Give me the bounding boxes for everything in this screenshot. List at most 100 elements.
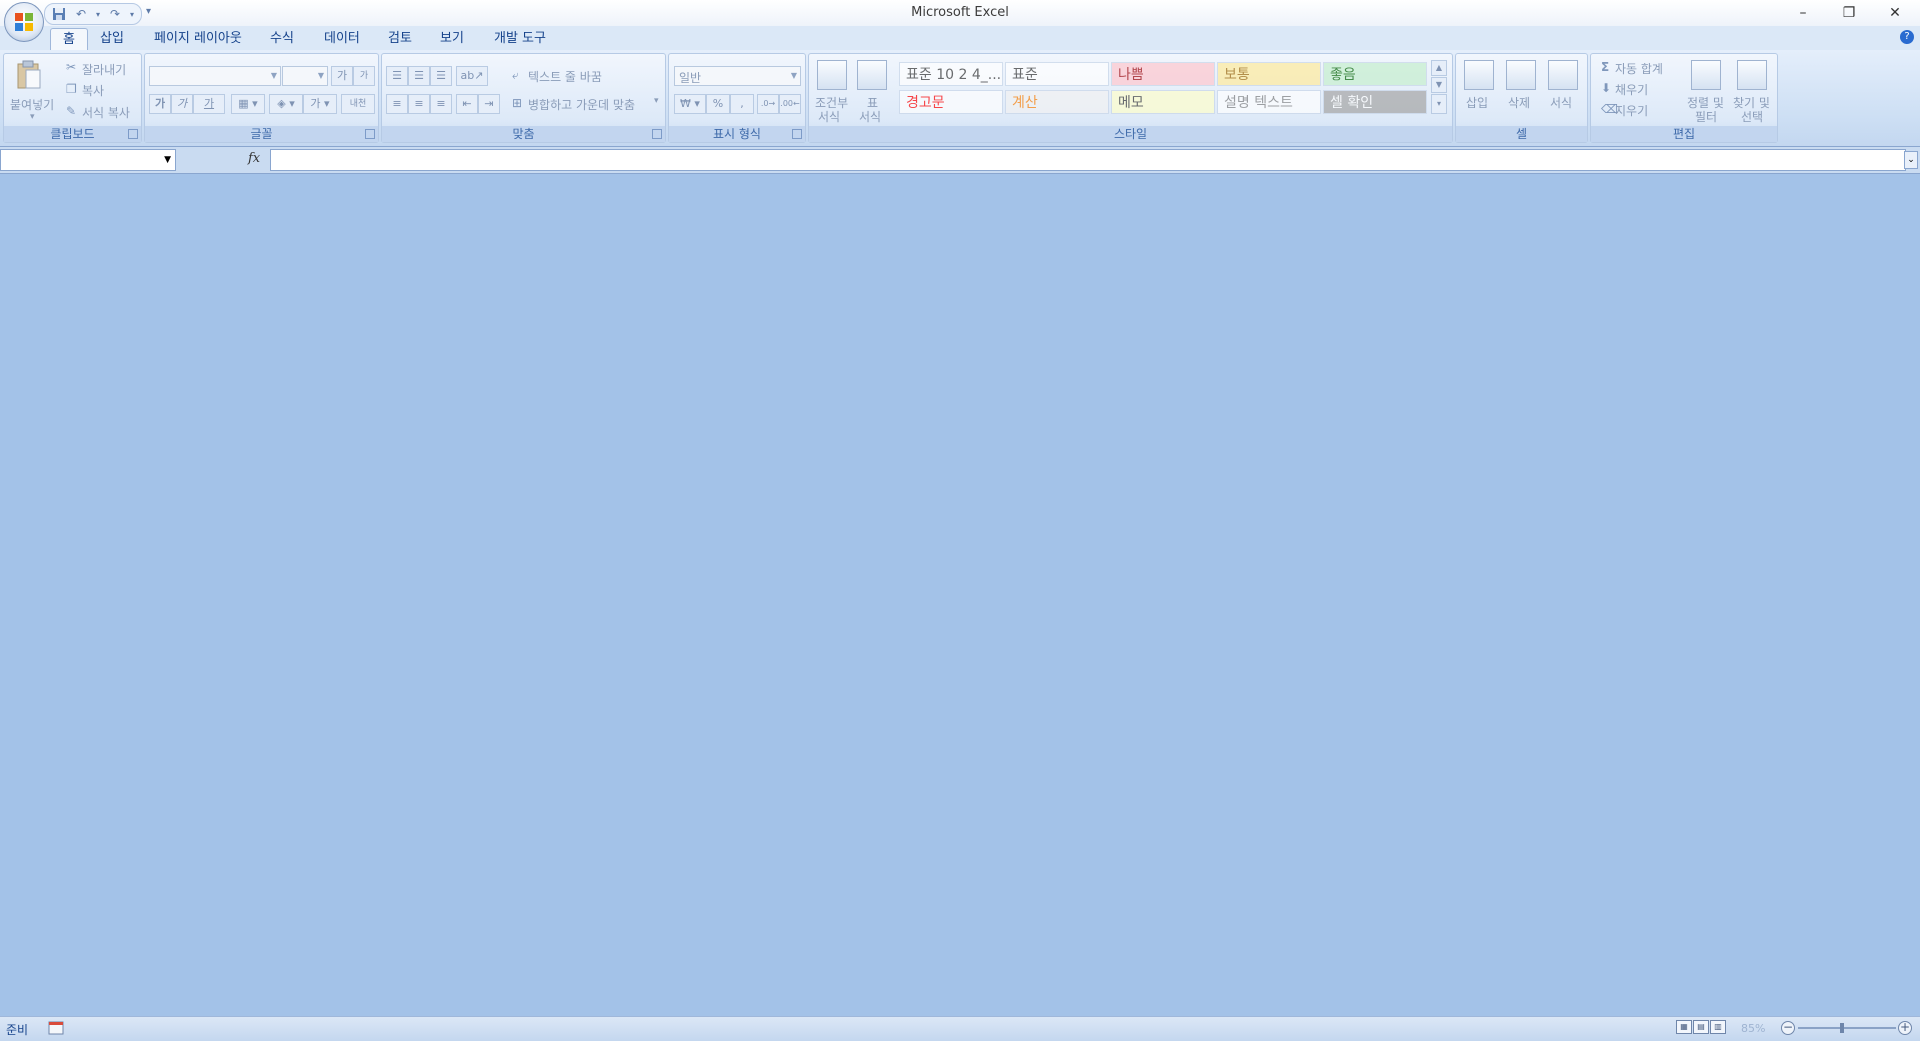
copy-button[interactable]: 복사 <box>82 82 104 99</box>
merge-dropdown-icon[interactable]: ▾ <box>654 96 659 106</box>
cell-style-item[interactable]: 셀 확인 <box>1323 90 1427 114</box>
zoom-in-icon[interactable]: + <box>1898 1021 1912 1035</box>
number-launcher-icon[interactable] <box>792 129 802 139</box>
currency-button[interactable]: ₩ ▾ <box>674 94 706 114</box>
copy-icon[interactable]: ❐ <box>66 82 77 96</box>
format-as-table-label-2[interactable]: 서식 <box>859 108 881 125</box>
cell-style-item[interactable]: 경고문 <box>899 90 1003 114</box>
cell-style-item[interactable]: 계산 <box>1005 90 1109 114</box>
zoom-slider[interactable] <box>1798 1023 1896 1033</box>
insert-cells-button[interactable]: 삽입 <box>1466 94 1488 111</box>
format-cells-button[interactable]: 서식 <box>1550 94 1572 111</box>
find-select-label-2[interactable]: 선택 <box>1741 108 1763 125</box>
autosum-button[interactable]: 자동 합계 <box>1615 60 1663 77</box>
office-button[interactable] <box>4 2 44 42</box>
align-bottom-button[interactable]: ☰ <box>430 66 452 86</box>
percent-button[interactable]: % <box>706 94 730 114</box>
phonetic-button[interactable]: 내천 <box>341 94 375 114</box>
cell-style-item[interactable]: 표준 10 2 4_... <box>899 62 1003 86</box>
italic-button[interactable]: 가 <box>171 94 193 114</box>
tab-insert[interactable]: 삽입 <box>88 28 136 50</box>
cell-style-item[interactable]: 나쁨 <box>1111 62 1215 86</box>
alignment-launcher-icon[interactable] <box>652 129 662 139</box>
normal-view-icon[interactable]: ▦ <box>1676 1020 1692 1034</box>
zoom-out-icon[interactable]: − <box>1781 1021 1795 1035</box>
minimize-button[interactable]: – <box>1788 3 1818 23</box>
clear-button[interactable]: 지우기 <box>1615 102 1648 119</box>
tab-developer[interactable]: 개발 도구 <box>482 28 558 50</box>
merge-center-button[interactable]: 병합하고 가운데 맞춤 <box>528 96 635 113</box>
chevron-down-icon[interactable]: ▼ <box>164 155 171 165</box>
tab-review[interactable]: 검토 <box>376 28 424 50</box>
decrease-decimal-button[interactable]: .00← <box>779 94 801 114</box>
borders-button[interactable]: ▦ ▾ <box>231 94 265 114</box>
font-size-select[interactable]: ▼ <box>282 66 328 86</box>
font-name-select[interactable]: ▼ <box>149 66 281 86</box>
comma-button[interactable]: , <box>730 94 754 114</box>
name-box[interactable]: ▼ <box>0 149 176 171</box>
chevron-down-icon: ▼ <box>270 71 277 80</box>
paste-button-label[interactable]: 붙여넣기 <box>10 96 54 113</box>
cell-style-item[interactable]: 설명 텍스트 <box>1217 90 1321 114</box>
insert-function-button[interactable]: fx <box>248 151 260 166</box>
bold-button[interactable]: 가 <box>149 94 171 114</box>
align-left-button[interactable]: ≡ <box>386 94 408 114</box>
font-launcher-icon[interactable] <box>365 129 375 139</box>
number-format-select[interactable]: 일반 ▼ <box>674 66 801 86</box>
decrease-indent-button[interactable]: ⇤ <box>456 94 478 114</box>
align-top-button[interactable]: ☰ <box>386 66 408 86</box>
tab-view[interactable]: 보기 <box>428 28 476 50</box>
fill-color-button[interactable]: ◈ ▾ <box>269 94 303 114</box>
paste-dropdown-icon[interactable]: ▾ <box>30 112 35 122</box>
font-color-button[interactable]: 가 ▾ <box>303 94 337 114</box>
increase-indent-button[interactable]: ⇥ <box>478 94 500 114</box>
tab-data[interactable]: 데이터 <box>312 28 372 50</box>
tab-page-layout[interactable]: 페이지 레이아웃 <box>142 28 254 50</box>
increase-decimal-button[interactable]: .0→ <box>757 94 779 114</box>
insert-cells-icon[interactable] <box>1464 60 1494 90</box>
cell-style-item[interactable]: 좋음 <box>1323 62 1427 86</box>
formula-input[interactable] <box>270 149 1906 171</box>
expand-formula-bar-icon[interactable]: ⌄ <box>1904 151 1918 169</box>
help-icon[interactable]: ? <box>1900 30 1914 44</box>
format-painter-button[interactable]: 서식 복사 <box>82 104 130 121</box>
orientation-button[interactable]: ab↗ <box>456 66 488 86</box>
gallery-scroll-up-icon[interactable]: ▲ <box>1431 60 1447 76</box>
format-as-table-icon[interactable] <box>857 60 887 90</box>
align-center-button[interactable]: ≡ <box>408 94 430 114</box>
tab-formulas[interactable]: 수식 <box>258 28 306 50</box>
align-right-button[interactable]: ≡ <box>430 94 452 114</box>
conditional-format-icon[interactable] <box>817 60 847 90</box>
format-cells-icon[interactable] <box>1548 60 1578 90</box>
fill-button[interactable]: 채우기 <box>1615 81 1648 98</box>
restore-button[interactable]: ❐ <box>1834 3 1864 23</box>
cell-style-item[interactable]: 메모 <box>1111 90 1215 114</box>
align-middle-button[interactable]: ☰ <box>408 66 430 86</box>
macro-record-icon[interactable] <box>48 1021 64 1035</box>
page-break-view-icon[interactable]: ▥ <box>1710 1020 1726 1034</box>
cut-button[interactable]: 잘라내기 <box>82 61 126 78</box>
sort-filter-icon[interactable] <box>1691 60 1721 90</box>
cut-icon[interactable]: ✂ <box>66 60 76 74</box>
cell-style-item[interactable]: 표준 <box>1005 62 1109 86</box>
underline-button[interactable]: 가 <box>193 94 225 114</box>
gallery-scroll-down-icon[interactable]: ▼ <box>1431 77 1447 93</box>
sort-filter-label-2[interactable]: 필터 <box>1695 108 1717 125</box>
tab-home[interactable]: 홈 <box>50 28 88 51</box>
page-layout-view-icon[interactable]: ▤ <box>1693 1020 1709 1034</box>
find-select-icon[interactable] <box>1737 60 1767 90</box>
wrap-text-button[interactable]: 텍스트 줄 바꿈 <box>528 68 602 85</box>
close-button[interactable]: ✕ <box>1880 3 1910 23</box>
zoom-level[interactable]: 85% <box>1741 1022 1765 1035</box>
clipboard-launcher-icon[interactable] <box>128 129 138 139</box>
gallery-more-icon[interactable]: ▾ <box>1431 94 1447 114</box>
conditional-format-label-2[interactable]: 서식 <box>818 108 840 125</box>
grow-font-button[interactable]: 가 <box>331 66 353 86</box>
delete-cells-button[interactable]: 삭제 <box>1508 94 1530 111</box>
zoom-slider-thumb[interactable] <box>1840 1023 1845 1033</box>
cell-style-item[interactable]: 보통 <box>1217 62 1321 86</box>
paste-icon[interactable] <box>16 60 42 93</box>
delete-cells-icon[interactable] <box>1506 60 1536 90</box>
shrink-font-button[interactable]: 가 <box>353 66 375 86</box>
format-painter-icon[interactable]: ✎ <box>66 104 76 118</box>
